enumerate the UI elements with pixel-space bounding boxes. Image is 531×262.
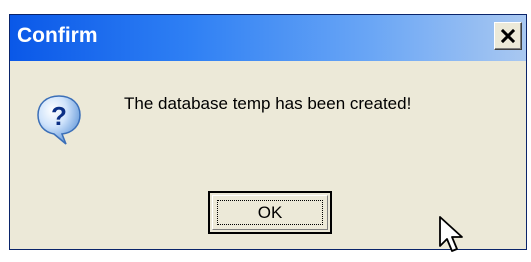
ok-button-label: OK [257,202,283,222]
title-bar[interactable]: Confirm [10,15,526,61]
ok-button[interactable]: OK [208,191,332,234]
close-button[interactable] [494,22,522,50]
dialog-title: Confirm [17,24,98,47]
mouse-cursor-icon [439,216,463,252]
close-icon [501,29,515,43]
question-icon: ? [37,95,81,145]
dialog-message: The database temp has been created! [124,94,412,113]
svg-text:?: ? [51,101,67,131]
